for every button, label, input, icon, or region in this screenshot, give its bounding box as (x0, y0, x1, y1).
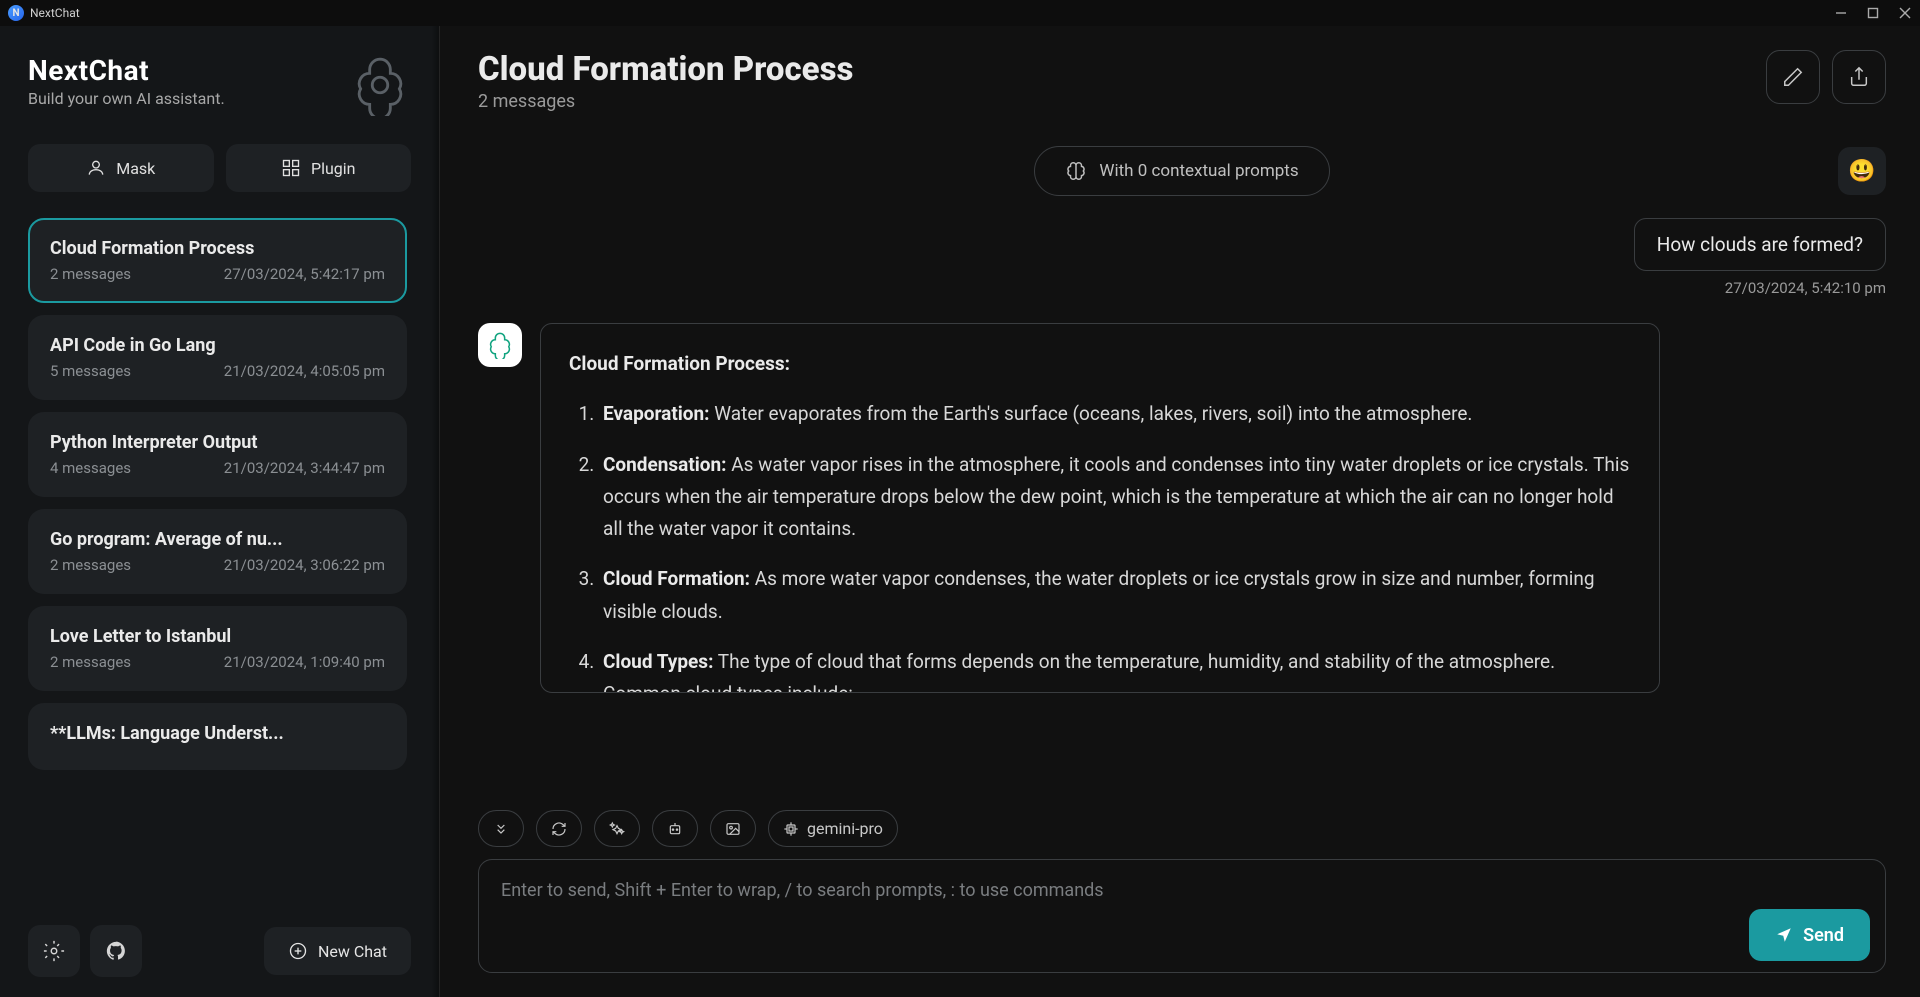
chat-list-item[interactable]: API Code in Go Lang 5 messages 21/03/2024… (28, 315, 407, 400)
ai-list-item: Cloud Types: The type of cloud that form… (599, 646, 1631, 693)
cpu-icon (783, 821, 799, 837)
app-icon: N (8, 5, 24, 21)
mask-button-label: Mask (116, 159, 155, 178)
chat-item-title: Go program: Average of nu... (50, 529, 385, 550)
github-button[interactable] (90, 925, 142, 977)
ai-list-item: Condensation: As water vapor rises in th… (599, 449, 1631, 546)
chat-list-item[interactable]: **LLMs: Language Underst... (28, 703, 407, 770)
chat-item-title: **LLMs: Language Underst... (50, 723, 385, 744)
settings-button[interactable] (28, 925, 80, 977)
gear-icon (43, 940, 65, 962)
brain-icon (1065, 160, 1087, 182)
image-button[interactable] (710, 810, 756, 847)
plus-circle-icon (288, 941, 308, 961)
persona-button[interactable] (652, 810, 698, 847)
pencil-icon (1782, 66, 1804, 88)
minimize-button[interactable] (1834, 6, 1848, 20)
chat-item-msgs: 5 messages (50, 362, 131, 380)
ai-message: Cloud Formation Process: Evaporation: Wa… (540, 323, 1660, 693)
chat-item-time: 21/03/2024, 4:05:05 pm (224, 362, 385, 380)
plugin-button-label: Plugin (311, 159, 356, 178)
brand-tagline: Build your own AI assistant. (28, 89, 225, 108)
titlebar: N NextChat (0, 0, 1920, 26)
refresh-icon (551, 821, 567, 837)
mask-button[interactable]: Mask (28, 144, 214, 192)
ai-message-heading: Cloud Formation Process: (569, 348, 1631, 380)
scroll-down-button[interactable] (478, 810, 524, 847)
app-title: NextChat (30, 6, 80, 20)
chat-item-time: 21/03/2024, 3:06:22 pm (224, 556, 385, 574)
github-icon (105, 940, 127, 962)
chat-item-msgs: 2 messages (50, 653, 131, 671)
chat-list-item[interactable]: Cloud Formation Process 2 messages 27/03/… (28, 218, 407, 303)
chat-item-msgs: 4 messages (50, 459, 131, 477)
conversation-subtitle: 2 messages (478, 91, 853, 112)
conversation-title: Cloud Formation Process (478, 50, 853, 89)
send-label: Send (1803, 925, 1844, 946)
magic-button[interactable] (594, 810, 640, 847)
context-prompt-button[interactable]: With 0 contextual prompts (1034, 146, 1329, 196)
send-icon (1775, 926, 1793, 944)
chat-item-msgs: 2 messages (50, 265, 131, 283)
openai-icon (486, 331, 514, 359)
close-button[interactable] (1898, 6, 1912, 20)
chat-item-title: Python Interpreter Output (50, 432, 385, 453)
mask-icon (86, 158, 106, 178)
message-input[interactable] (478, 859, 1886, 973)
model-selector[interactable]: gemini-pro (768, 810, 898, 847)
ai-list-item: Evaporation: Water evaporates from the E… (599, 398, 1631, 430)
brand-name: NextChat (28, 54, 225, 87)
user-message-time: 27/03/2024, 5:42:10 pm (1725, 279, 1886, 297)
chat-item-title: Cloud Formation Process (50, 238, 385, 259)
user-avatar: 😃 (1838, 147, 1886, 195)
chat-item-time: 27/03/2024, 5:42:17 pm (224, 265, 385, 283)
maximize-button[interactable] (1866, 6, 1880, 20)
chat-list-item[interactable]: Go program: Average of nu... 2 messages 2… (28, 509, 407, 594)
plugin-icon (281, 158, 301, 178)
edit-button[interactable] (1766, 50, 1820, 104)
robot-icon (667, 821, 683, 837)
send-button[interactable]: Send (1749, 909, 1870, 961)
chat-item-msgs: 2 messages (50, 556, 131, 574)
main-panel: Cloud Formation Process 2 messages With … (440, 26, 1920, 997)
plugin-button[interactable]: Plugin (226, 144, 412, 192)
sidebar: NextChat Build your own AI assistant. Ma… (0, 26, 440, 997)
share-icon (1848, 66, 1870, 88)
model-label: gemini-pro (807, 819, 883, 838)
chat-item-title: Love Letter to Istanbul (50, 626, 385, 647)
chat-item-time: 21/03/2024, 1:09:40 pm (224, 653, 385, 671)
context-prompt-label: With 0 contextual prompts (1099, 161, 1298, 181)
openai-logo-icon (349, 54, 411, 116)
sparkle-icon (609, 821, 625, 837)
chat-list-item[interactable]: Python Interpreter Output 4 messages 21/0… (28, 412, 407, 497)
chat-list: Cloud Formation Process 2 messages 27/03/… (28, 218, 411, 911)
user-message: How clouds are formed? (1634, 218, 1886, 271)
chevrons-down-icon (493, 821, 509, 837)
image-icon (725, 821, 741, 837)
regenerate-button[interactable] (536, 810, 582, 847)
share-button[interactable] (1832, 50, 1886, 104)
chat-list-item[interactable]: Love Letter to Istanbul 2 messages 21/03/… (28, 606, 407, 691)
ai-avatar (478, 323, 522, 367)
new-chat-button[interactable]: New Chat (264, 927, 411, 975)
chat-item-time: 21/03/2024, 3:44:47 pm (224, 459, 385, 477)
new-chat-label: New Chat (318, 942, 387, 961)
ai-list-item: Cloud Formation: As more water vapor con… (599, 563, 1631, 628)
chat-item-title: API Code in Go Lang (50, 335, 385, 356)
